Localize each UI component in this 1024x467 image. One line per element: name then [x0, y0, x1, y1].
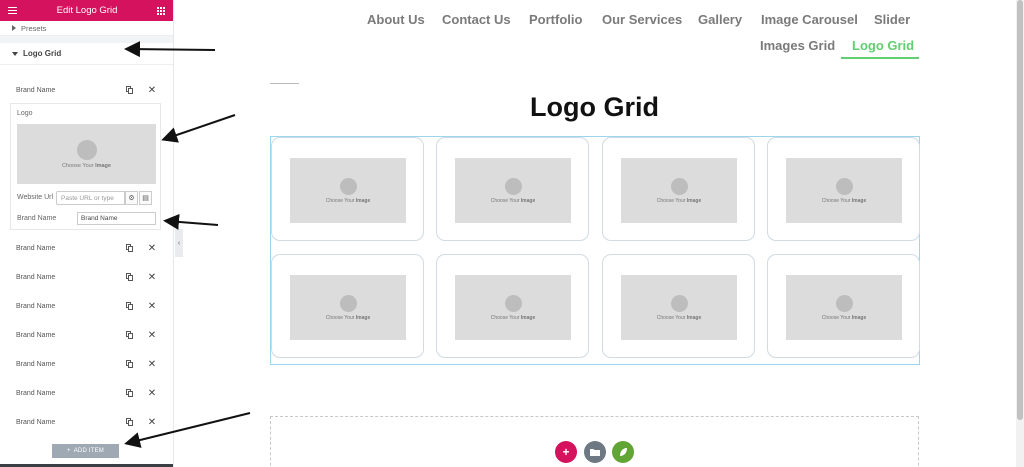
annotation-arrow: [124, 41, 216, 58]
annotation-arrow: [163, 213, 219, 230]
annotation-arrow: [124, 412, 251, 448]
editor-screen: Edit Logo Grid Presets Logo Grid Brand N…: [0, 0, 1024, 467]
annotation-arrows: [124, 41, 251, 448]
annotation-arrow: [161, 114, 236, 143]
